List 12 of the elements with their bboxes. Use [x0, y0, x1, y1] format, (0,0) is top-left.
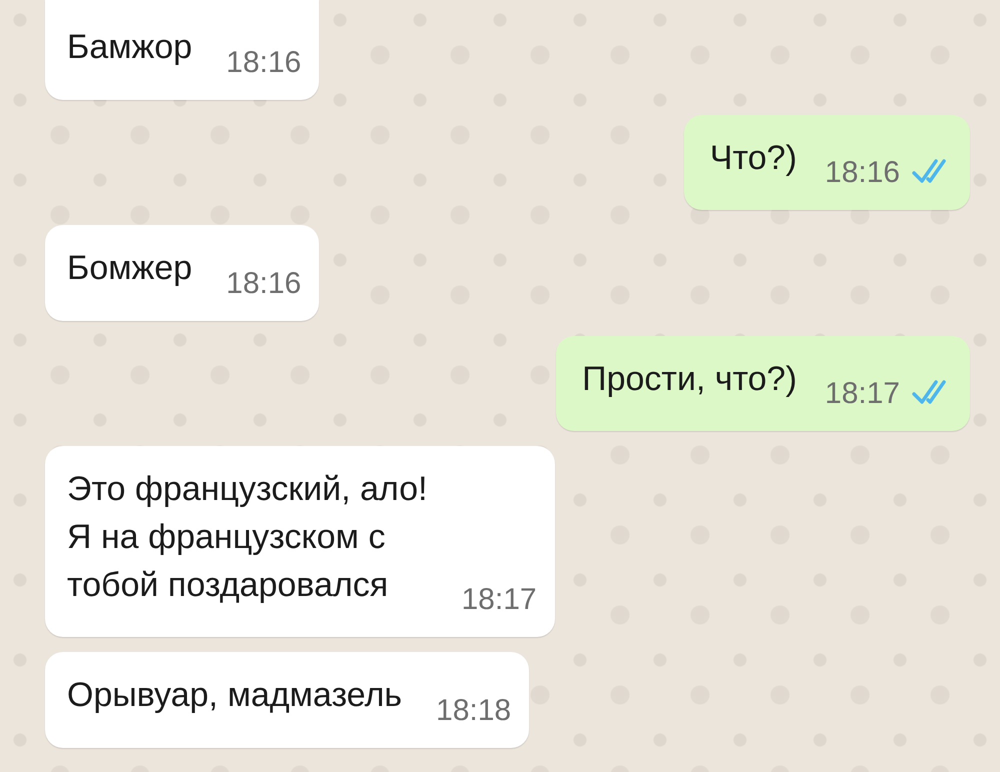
message-text: Бомжер — [67, 248, 192, 290]
message-time: 18:16 — [226, 46, 302, 80]
message-time: 18:16 — [226, 266, 302, 301]
message-time: 18:16 — [824, 156, 900, 190]
message-text: Это французский, ало! Я на французском с тобой поздаровался — [67, 469, 428, 606]
message-time: 18:18 — [436, 694, 512, 728]
message-time: 18:17 — [461, 583, 537, 618]
message-text: Что?) — [710, 138, 797, 179]
message-text: Бамжор — [67, 27, 192, 68]
message-time: 18:17 — [824, 377, 900, 412]
message-text: Прости, что?) — [582, 358, 797, 400]
message-text: Орывуар, мадмазель — [67, 675, 402, 716]
